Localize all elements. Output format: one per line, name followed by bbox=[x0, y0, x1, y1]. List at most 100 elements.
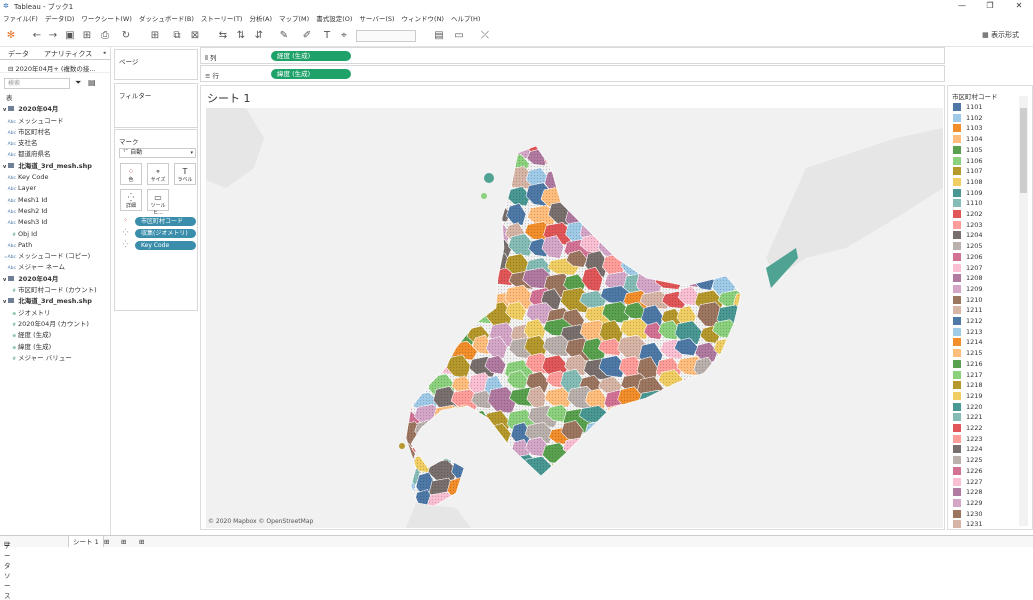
municipality-region[interactable] bbox=[414, 238, 445, 261]
municipality-region[interactable] bbox=[736, 221, 765, 241]
refresh-icon[interactable]: ↻ bbox=[119, 29, 133, 43]
field-item[interactable]: ⊕ ジオメトリ bbox=[0, 308, 110, 319]
field-item[interactable]: Abc メッシュコード bbox=[0, 116, 110, 127]
municipality-region[interactable] bbox=[410, 270, 435, 291]
municipality-region[interactable] bbox=[408, 324, 439, 351]
municipality-region[interactable] bbox=[621, 488, 647, 508]
municipality-region[interactable] bbox=[637, 200, 672, 225]
municipality-region[interactable] bbox=[484, 438, 507, 464]
municipality-region[interactable] bbox=[450, 270, 473, 294]
municipality-region[interactable] bbox=[485, 151, 513, 170]
municipality-region[interactable] bbox=[713, 513, 736, 528]
municipality-region[interactable] bbox=[602, 460, 632, 482]
new-worksheet-icon[interactable]: ⊞ bbox=[104, 538, 109, 546]
municipality-region[interactable] bbox=[661, 409, 693, 434]
municipality-region[interactable] bbox=[465, 271, 495, 299]
municipality-region[interactable] bbox=[732, 202, 761, 222]
menu-item[interactable]: サーバー(S) bbox=[359, 13, 394, 25]
pause-updates-icon[interactable]: ⎙ bbox=[98, 29, 112, 43]
municipality-region[interactable] bbox=[429, 271, 464, 289]
municipality-region[interactable] bbox=[602, 475, 628, 500]
municipality-region[interactable] bbox=[467, 222, 490, 247]
municipality-region[interactable] bbox=[734, 493, 758, 515]
municipality-region[interactable] bbox=[659, 237, 685, 257]
municipality-region[interactable] bbox=[681, 457, 707, 475]
municipality-region[interactable] bbox=[619, 151, 648, 175]
municipality-region[interactable] bbox=[585, 511, 614, 528]
field-item[interactable]: Abc Mesh1 Id bbox=[0, 195, 110, 206]
municipality-region[interactable] bbox=[717, 133, 743, 158]
municipality-region[interactable] bbox=[470, 199, 492, 222]
label-button[interactable]: T ラベル bbox=[174, 163, 196, 185]
municipality-region[interactable] bbox=[621, 471, 652, 496]
municipality-region[interactable] bbox=[509, 489, 538, 511]
municipality-region[interactable] bbox=[680, 137, 714, 164]
highlight-icon[interactable]: ✎ bbox=[277, 29, 291, 43]
municipality-region[interactable] bbox=[395, 491, 418, 511]
municipality-region[interactable] bbox=[674, 172, 700, 193]
legend-item[interactable]: 1226 bbox=[953, 466, 983, 476]
municipality-region[interactable] bbox=[719, 237, 748, 259]
municipality-region[interactable] bbox=[717, 373, 744, 397]
group-icon[interactable]: ✐ bbox=[300, 29, 314, 43]
municipality-region[interactable] bbox=[582, 459, 606, 484]
municipality-region[interactable] bbox=[431, 132, 456, 157]
municipality-region[interactable] bbox=[674, 436, 706, 458]
municipality-region[interactable] bbox=[694, 169, 726, 195]
municipality-region[interactable] bbox=[676, 389, 711, 409]
legend-item[interactable]: 1102 bbox=[953, 113, 983, 123]
municipality-region[interactable] bbox=[658, 471, 679, 497]
municipality-region[interactable] bbox=[617, 217, 641, 238]
municipality-region[interactable] bbox=[563, 187, 585, 208]
legend-item[interactable]: 1227 bbox=[953, 477, 983, 487]
municipality-region[interactable] bbox=[408, 307, 441, 331]
menu-item[interactable]: ストーリー(T) bbox=[201, 13, 243, 25]
municipality-region[interactable] bbox=[695, 134, 723, 152]
municipality-region[interactable] bbox=[429, 219, 450, 239]
municipality-region[interactable] bbox=[581, 148, 611, 169]
municipality-region[interactable] bbox=[736, 151, 761, 177]
minimize-icon[interactable]: — bbox=[955, 1, 969, 10]
municipality-region[interactable] bbox=[487, 455, 512, 482]
municipality-region[interactable] bbox=[490, 489, 524, 511]
municipality-region[interactable] bbox=[621, 239, 647, 262]
legend-item[interactable]: 1209 bbox=[953, 284, 983, 294]
municipality-region[interactable] bbox=[414, 221, 448, 242]
municipality-region[interactable] bbox=[738, 386, 764, 411]
municipality-region[interactable] bbox=[432, 255, 463, 281]
municipality-region[interactable] bbox=[467, 255, 490, 282]
field-item[interactable]: Abc Layer bbox=[0, 183, 110, 194]
municipality-region[interactable] bbox=[680, 493, 705, 520]
municipality-region[interactable] bbox=[390, 273, 417, 294]
collapse-icon[interactable]: ◂ bbox=[103, 50, 106, 56]
municipality-region[interactable] bbox=[637, 251, 667, 275]
new-sheet-icon[interactable]: ⊞ bbox=[148, 29, 162, 43]
municipality-region[interactable] bbox=[736, 257, 768, 282]
municipality-region[interactable] bbox=[700, 253, 731, 274]
municipality-region[interactable] bbox=[393, 186, 423, 210]
municipality-region[interactable] bbox=[655, 488, 684, 509]
legend-item[interactable]: 1215 bbox=[953, 349, 983, 358]
municipality-region[interactable] bbox=[680, 223, 702, 248]
municipality-region[interactable] bbox=[465, 436, 499, 461]
view-options-icon[interactable]: ▤ bbox=[88, 78, 96, 87]
municipality-region[interactable] bbox=[447, 147, 470, 174]
table-header[interactable]: v 2020年04月 bbox=[0, 274, 110, 285]
legend-item[interactable]: 1203 bbox=[953, 220, 983, 230]
municipality-region[interactable] bbox=[736, 303, 767, 322]
municipality-region[interactable] bbox=[523, 511, 551, 528]
legend-scrollbar[interactable] bbox=[1019, 96, 1028, 526]
municipality-region[interactable] bbox=[562, 155, 589, 181]
municipality-region[interactable] bbox=[391, 321, 418, 348]
swap-icon[interactable]: ⇆ bbox=[216, 29, 230, 43]
legend-item[interactable]: 1104 bbox=[953, 135, 983, 144]
municipality-region[interactable] bbox=[545, 504, 577, 525]
legend-item[interactable]: 1108 bbox=[953, 177, 983, 187]
legend-item[interactable]: 1202 bbox=[953, 210, 983, 219]
municipality-region[interactable] bbox=[715, 460, 747, 487]
scroll-thumb[interactable] bbox=[1020, 108, 1027, 193]
undo-icon[interactable]: ← bbox=[30, 29, 44, 43]
municipality-region[interactable] bbox=[677, 153, 710, 176]
municipality-region[interactable] bbox=[446, 302, 476, 327]
municipality-region[interactable] bbox=[561, 136, 594, 158]
